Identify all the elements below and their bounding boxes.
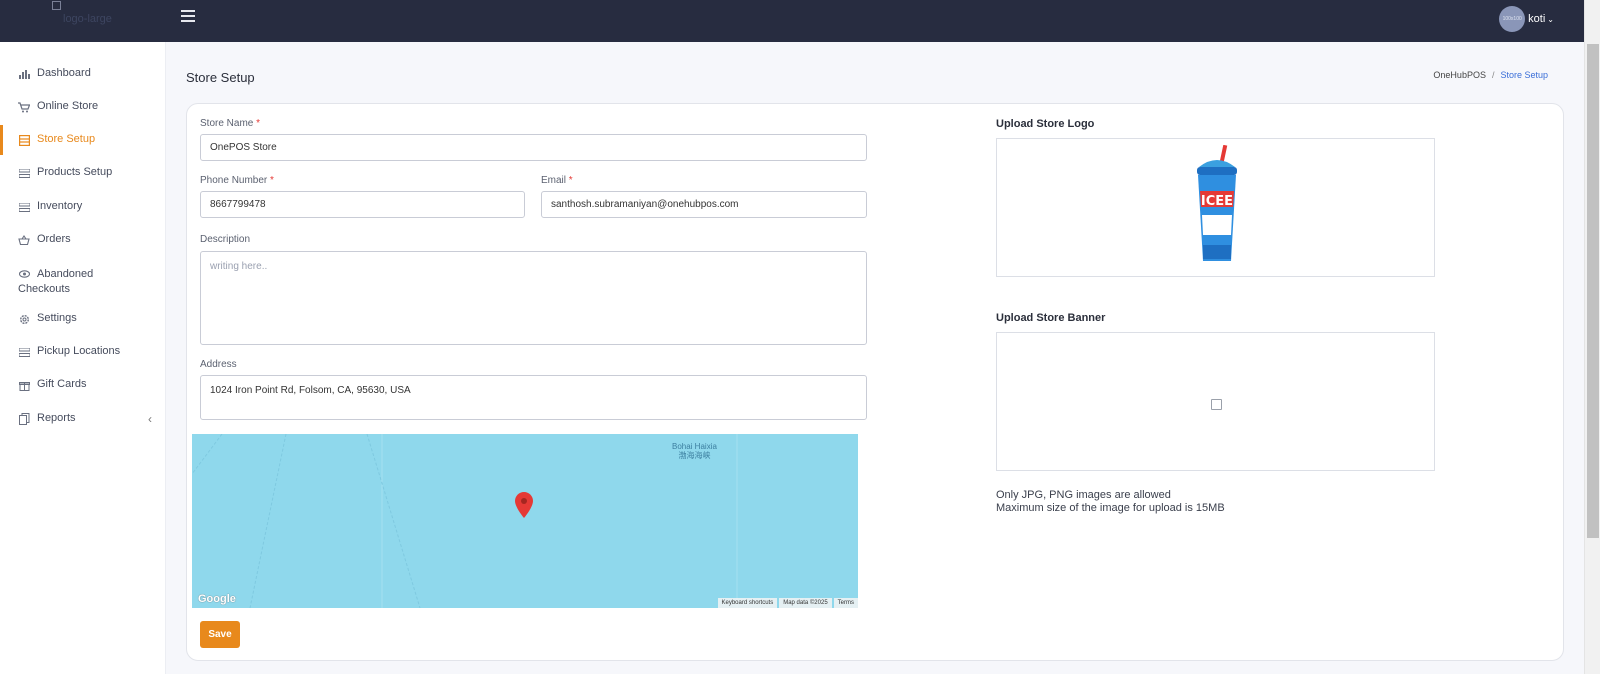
keyboard-shortcuts-link[interactable]: Keyboard shortcuts [717, 598, 778, 608]
email-input[interactable]: santhosh.subramaniyan@onehubpos.com [541, 191, 867, 218]
map-grid-lines [192, 434, 738, 608]
eye-icon [18, 268, 30, 280]
sidebar-item-label: Store Setup [37, 133, 96, 145]
upload-logo-title: Upload Store Logo [996, 118, 1095, 130]
menu-toggle-icon[interactable] [181, 10, 195, 22]
sidebar-item-dashboard[interactable]: Dashboard [0, 67, 166, 80]
description-placeholder: writing here.. [210, 261, 268, 272]
email-label: Email * [541, 175, 573, 186]
phone-input[interactable]: 8667799478 [200, 191, 525, 218]
map[interactable]: Bohai Haixia 渤海海峡 Google Keyboard shortc… [192, 434, 858, 608]
logo-image[interactable]: logo-large [52, 1, 112, 25]
map-data-text: Map data ©2025 [779, 598, 832, 608]
store-icon [18, 134, 30, 146]
list-icon [18, 201, 30, 213]
map-pin-icon[interactable] [515, 492, 533, 518]
store-logo-image: ICEE [1197, 145, 1237, 261]
sidebar-item-orders[interactable]: Orders [0, 233, 166, 246]
broken-image-icon [1211, 399, 1222, 410]
sidebar-item-label: Gift Cards [37, 378, 87, 390]
chart-bar-icon [18, 68, 30, 80]
sidebar-item-online-store[interactable]: Online Store [0, 100, 166, 113]
sidebar-item-settings[interactable]: Settings [0, 312, 166, 325]
basket-icon [18, 234, 30, 246]
sidebar-item-label: Orders [37, 233, 71, 245]
avatar[interactable]: 100x100 [1499, 6, 1526, 32]
list-icon [18, 346, 30, 358]
svg-text:ICEE: ICEE [1201, 194, 1233, 209]
address-input[interactable]: 1024 Iron Point Rd, Folsom, CA, 95630, U… [200, 375, 867, 420]
gift-icon [18, 379, 30, 391]
map-attribution: Keyboard shortcuts Map data ©2025 Terms [716, 598, 858, 608]
terms-link[interactable]: Terms [833, 598, 858, 608]
sidebar-item-label: Settings [37, 312, 77, 324]
cart-icon [18, 101, 30, 113]
sidebar-item-label: Dashboard [37, 67, 91, 79]
list-icon [18, 167, 30, 179]
phone-label: Phone Number * [200, 175, 274, 186]
page-title: Store Setup [186, 70, 255, 85]
breadcrumb-current[interactable]: Store Setup [1500, 70, 1548, 80]
reports-icon [18, 413, 30, 425]
logo-alt-text: logo-large [63, 13, 112, 25]
upload-banner-box[interactable] [996, 332, 1435, 471]
address-label: Address [200, 359, 237, 370]
sidebar-item-gift-cards[interactable]: Gift Cards [0, 378, 166, 391]
google-logo[interactable]: Google [198, 593, 236, 605]
page-scrollbar[interactable] [1584, 0, 1600, 674]
sidebar-item-label: Products Setup [37, 166, 113, 178]
sidebar-item-store-setup[interactable]: Store Setup [0, 125, 166, 155]
top-navbar: logo-large 100x100 koti ⌄ [0, 0, 1584, 42]
breadcrumb: OneHubPOS / Store Setup [1433, 70, 1548, 80]
gear-icon [18, 313, 30, 325]
sidebar-item-pickup-locations[interactable]: Pickup Locations [0, 345, 166, 358]
sidebar-item-label: Reports [37, 412, 76, 424]
description-label: Description [200, 234, 251, 245]
sidebar-item-label: Abandoned Checkouts [18, 268, 94, 295]
sidebar-item-abandoned-checkouts[interactable]: Abandoned Checkouts [0, 267, 166, 297]
sidebar-item-products-setup[interactable]: Products Setup [0, 166, 166, 179]
sidebar-item-reports[interactable]: Reports ‹ [0, 412, 166, 426]
chevron-left-icon[interactable]: ‹ [148, 412, 152, 426]
upload-logo-box[interactable]: ICEE [996, 138, 1435, 277]
breadcrumb-separator: / [1491, 70, 1495, 80]
sidebar-item-inventory[interactable]: Inventory [0, 200, 166, 213]
sidebar-item-label: Online Store [37, 100, 99, 112]
sidebar: Dashboard Online Store Store Setup Produ… [0, 42, 166, 674]
scrollbar-thumb[interactable] [1587, 44, 1599, 538]
upload-banner-title: Upload Store Banner [996, 312, 1106, 324]
broken-image-icon [52, 1, 61, 10]
upload-note: Only JPG, PNG images are allowed Maximum… [996, 489, 1225, 514]
user-name[interactable]: koti [1528, 13, 1545, 25]
map-sea-label: Bohai Haixia 渤海海峡 [672, 442, 717, 460]
chevron-down-icon[interactable]: ⌄ [1547, 15, 1554, 24]
store-name-label: Store Name * [200, 118, 261, 129]
breadcrumb-root[interactable]: OneHubPOS [1433, 70, 1486, 80]
save-button[interactable]: Save [200, 621, 240, 648]
sidebar-item-label: Inventory [37, 200, 83, 212]
description-textarea[interactable]: writing here.. [200, 251, 867, 345]
sidebar-item-label: Pickup Locations [37, 345, 121, 357]
store-name-input[interactable]: OnePOS Store [200, 134, 867, 161]
user-menu[interactable]: 100x100 koti ⌄ [1499, 6, 1554, 32]
